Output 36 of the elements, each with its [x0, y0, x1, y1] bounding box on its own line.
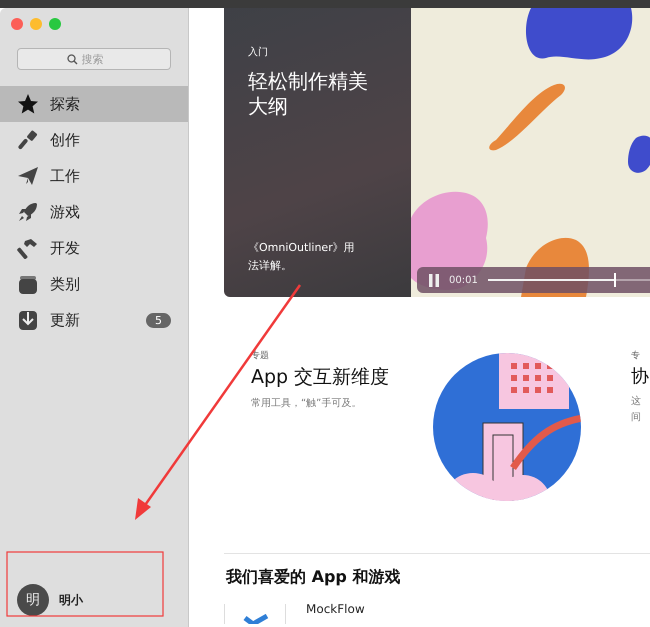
sidebar-item[interactable]: 开发 — [0, 230, 188, 266]
count-badge: 5 — [146, 312, 171, 328]
sidebar-item[interactable]: 更新 5 — [0, 302, 188, 338]
feature-subtitle: 间 — [631, 411, 642, 425]
playback-time: 00:01 — [449, 274, 478, 286]
feature-eyebrow: 专 — [631, 350, 641, 362]
user-name: 明小 — [59, 592, 83, 608]
sidebar-item[interactable]: 类别 — [0, 266, 188, 302]
sidebar-item[interactable]: 游戏 — [0, 194, 188, 230]
avatar[interactable]: 明 — [17, 584, 49, 616]
feature-title[interactable]: App 交互新维度 — [251, 364, 433, 390]
search-field[interactable]: 搜索 — [17, 48, 171, 70]
feature-title[interactable]: 协 — [631, 364, 650, 388]
rocket-icon — [17, 201, 39, 223]
app-icon[interactable] — [224, 604, 286, 624]
stack-icon — [17, 273, 39, 295]
sidebar-item[interactable]: 创作 — [0, 122, 188, 158]
app-name[interactable]: MockFlow — [306, 602, 365, 624]
section-title: 我们喜爱的 App 和游戏 — [226, 567, 402, 588]
download-icon — [17, 309, 39, 331]
close-button[interactable] — [11, 18, 23, 30]
pause-icon[interactable] — [429, 274, 439, 286]
hammer-icon — [17, 237, 39, 259]
feature-subtitle: 常用工具，“触”手可及。 — [251, 396, 362, 411]
search-input[interactable]: 搜索 — [82, 52, 122, 66]
star-icon — [17, 93, 39, 115]
feature-subtitle: 这 — [631, 394, 642, 409]
brush-icon — [17, 129, 39, 151]
paper-plane-icon — [17, 165, 39, 187]
sidebar-item[interactable]: 探索 — [0, 86, 188, 122]
search-icon — [66, 54, 78, 64]
sidebar-item[interactable]: 工作 — [0, 158, 188, 194]
progress-slider[interactable] — [488, 273, 650, 287]
card-title: 轻松制作精美大纲 — [248, 69, 369, 119]
card-description: 《OmniOutliner》用法详解。 — [248, 240, 356, 274]
card-eyebrow: 入门 — [248, 46, 269, 59]
